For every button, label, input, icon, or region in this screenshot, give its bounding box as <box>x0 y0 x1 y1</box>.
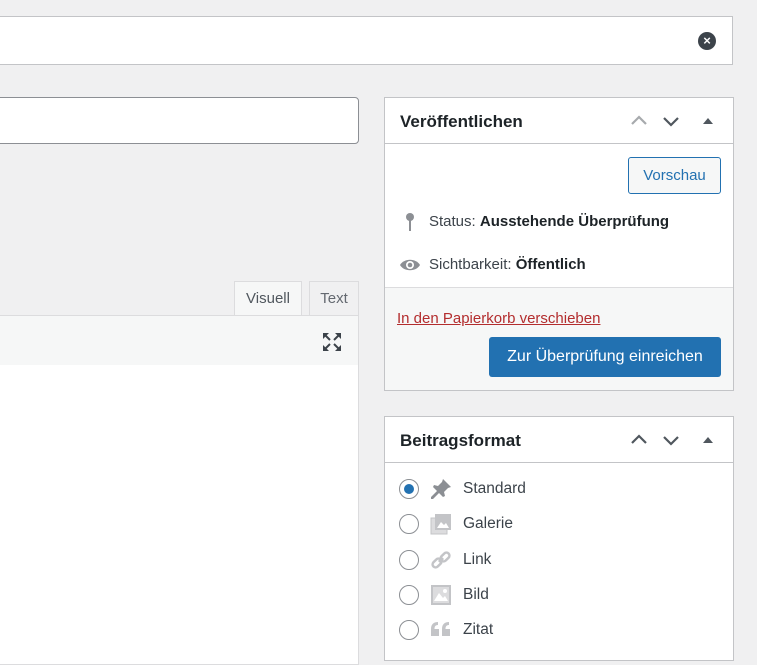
status-row: Status: Ausstehende Überprüfung <box>399 210 669 234</box>
tab-text[interactable]: Text <box>309 281 359 316</box>
notice-bar: × <box>0 16 733 65</box>
pin-icon <box>431 479 451 499</box>
chevron-down-icon[interactable] <box>661 430 681 450</box>
collapse-triangle-icon[interactable] <box>698 430 718 450</box>
post-format-box-title: Beitragsformat <box>400 431 521 450</box>
status-value: Ausstehende Überprüfung <box>479 213 670 230</box>
trash-link[interactable]: In den Papierkorb verschieben <box>397 310 600 327</box>
editor-toolbar <box>0 315 359 366</box>
format-label-standard: Standard <box>463 480 526 497</box>
radio-gallery[interactable] <box>399 514 419 535</box>
editor-content-area[interactable] <box>0 365 359 665</box>
radio-quote[interactable] <box>399 620 419 641</box>
radio-standard[interactable] <box>399 479 419 499</box>
gallery-icon <box>430 514 451 535</box>
visibility-value: Öffentlich <box>515 256 586 273</box>
post-format-box-header: Beitragsformat <box>385 417 733 463</box>
post-title-input[interactable] <box>0 97 359 144</box>
tab-visual[interactable]: Visuell <box>234 281 302 316</box>
quote-icon <box>431 622 450 637</box>
pin-icon <box>406 213 414 232</box>
radio-image[interactable] <box>399 584 419 605</box>
chevron-down-icon[interactable] <box>661 111 681 131</box>
radio-link[interactable] <box>399 549 419 570</box>
image-icon <box>431 584 451 605</box>
status-label: Status: <box>429 213 476 230</box>
publish-box-title: Veröffentlichen <box>400 112 523 131</box>
publish-box: Veröffentlichen Vorschau Status: Aussteh… <box>384 97 734 391</box>
format-label-link: Link <box>463 550 492 568</box>
format-label-gallery: Galerie <box>463 515 513 533</box>
format-label-quote: Zitat <box>463 621 494 639</box>
eye-icon <box>400 259 420 271</box>
submit-for-review-button[interactable]: Zur Überprüfung einreichen <box>489 337 721 377</box>
visibility-row: Sichtbarkeit: Öffentlich <box>399 253 586 277</box>
collapse-triangle-icon[interactable] <box>698 111 718 131</box>
link-icon <box>431 550 451 569</box>
fullscreen-icon[interactable] <box>321 331 343 353</box>
major-publishing-actions: In den Papierkorb verschieben Zur Überpr… <box>385 287 733 390</box>
close-icon[interactable]: × <box>698 32 716 50</box>
post-format-box: Beitragsformat Standard Galerie Link Bil… <box>384 416 734 661</box>
visibility-label: Sichtbarkeit: <box>429 256 512 273</box>
preview-button[interactable]: Vorschau <box>628 157 721 194</box>
publish-box-header: Veröffentlichen <box>385 98 733 144</box>
format-label-image: Bild <box>463 585 489 603</box>
chevron-up-icon[interactable] <box>629 430 649 450</box>
chevron-up-icon[interactable] <box>629 111 649 131</box>
